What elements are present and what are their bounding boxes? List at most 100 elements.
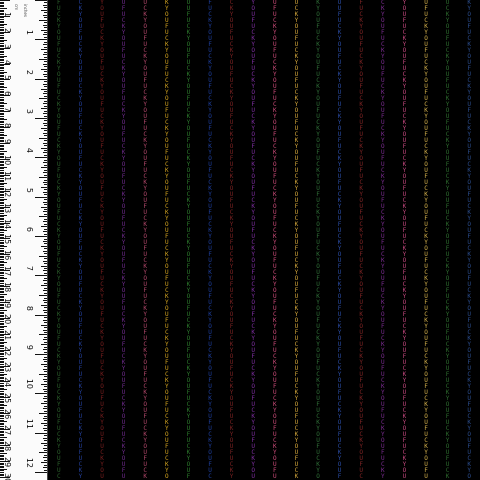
- inch-tick: [44, 194, 47, 196]
- inch-tick: [44, 27, 47, 29]
- inch-tick: [44, 81, 47, 83]
- cm-label: 23: [3, 361, 12, 372]
- cm-label: 21: [3, 329, 12, 340]
- inch-tick: [43, 240, 47, 242]
- text-stripe: YOUFUCKYOUFUCKYOUFUCKYOUFUCKYOUFUCKYOUFU…: [249, 0, 258, 480]
- cm-label: 12: [3, 186, 12, 197]
- inch-tick: [44, 164, 47, 166]
- stripe-char: Y: [380, 473, 385, 480]
- inch-tick: [39, 452, 47, 454]
- inch-tick: [43, 162, 47, 164]
- inch-label: 5: [25, 187, 34, 193]
- inch-tick: [43, 83, 47, 85]
- inch-tick: [44, 31, 47, 33]
- inch-tick: [44, 90, 47, 92]
- inch-tick: [44, 179, 47, 181]
- inch-tick: [43, 427, 47, 429]
- inch-label: 9: [25, 345, 34, 351]
- inch-label: 7: [25, 266, 34, 272]
- inch-tick: [43, 309, 47, 311]
- inch-tick: [44, 169, 47, 171]
- inch-tick: [43, 250, 47, 252]
- inch-tick: [44, 322, 47, 324]
- inch-tick: [43, 122, 47, 124]
- inch-tick: [41, 88, 47, 90]
- text-stripe: OUFUCKYOUFUCKYOUFUCKYOUFUCKYOUFUCKYOUFUC…: [335, 0, 344, 480]
- stripe-char: Y: [229, 473, 234, 480]
- text-stripe: UCKYOUFUCKYOUFUCKYOUFUCKYOUFUCKYOUFUCKYO…: [292, 0, 301, 480]
- text-stripe: CKYOUFUCKYOUFUCKYOUFUCKYOUFUCKYOUFUCKYOU…: [76, 0, 85, 480]
- inch-tick: [44, 440, 47, 442]
- inch-tick: [44, 390, 47, 392]
- inch-tick: [44, 386, 47, 388]
- inch-tick: [35, 472, 47, 474]
- inch-tick: [44, 95, 47, 97]
- inch-tick: [41, 403, 47, 405]
- stripe-char: F: [337, 473, 342, 480]
- cm-label: 19: [3, 297, 12, 309]
- inch-tick: [44, 76, 47, 78]
- inch-tick: [44, 22, 47, 24]
- inch-tick: [44, 268, 47, 270]
- inch-tick: [43, 408, 47, 410]
- striped-text-pattern: FUCKYOUFUCKYOUFUCKYOUFUCKYOUFUCKYOUFUCKY…: [48, 0, 480, 480]
- inch-tick: [44, 209, 47, 211]
- text-stripe: YOUFUCKYOUFUCKYOUFUCKYOUFUCKYOUFUCKYOUFU…: [400, 0, 409, 480]
- inch-tick: [44, 12, 47, 14]
- inch-tick: [43, 4, 47, 6]
- cm-label: 5: [3, 75, 12, 81]
- cm-label: 9: [3, 139, 12, 145]
- inch-label: 4: [25, 148, 34, 154]
- inch-tick: [39, 413, 47, 415]
- inch-tick: [44, 105, 47, 107]
- inch-tick: [44, 7, 47, 9]
- inch-tick: [44, 189, 47, 191]
- text-stripe: KYOUFUCKYOUFUCKYOUFUCKYOUFUCKYOUFUCKYOUF…: [314, 0, 323, 480]
- inch-tick: [44, 405, 47, 407]
- inch-tick: [43, 103, 47, 105]
- cm-label: 24: [3, 377, 12, 388]
- inch-tick: [39, 19, 47, 21]
- text-stripe: CKYOUFUCKYOUFUCKYOUFUCKYOUFUCKYOUFUCKYOU…: [227, 0, 236, 480]
- inch-tick: [43, 260, 47, 262]
- inch-tick: [43, 152, 47, 154]
- stripe-char: O: [316, 473, 320, 480]
- inch-tick: [35, 432, 47, 434]
- inch-tick: [43, 34, 47, 36]
- inch-tick: [43, 437, 47, 439]
- cm-label: 11: [3, 170, 12, 182]
- inch-tick: [44, 223, 47, 225]
- inch-tick: [44, 450, 47, 451]
- inch-tick: [39, 177, 47, 179]
- cm-label: 6: [3, 91, 12, 97]
- inch-tick: [44, 302, 47, 304]
- inch-tick: [43, 181, 47, 183]
- inch-tick: [39, 98, 47, 100]
- inch-tick: [43, 349, 47, 351]
- inch-tick: [44, 351, 47, 353]
- inch-tick: [35, 78, 47, 80]
- cm-label: 4: [3, 59, 12, 65]
- stripe-char: Y: [78, 473, 83, 480]
- inch-tick: [44, 376, 47, 378]
- inch-tick: [41, 363, 47, 365]
- cm-label: 17: [3, 266, 12, 277]
- inch-tick: [44, 395, 47, 397]
- inch-tick: [41, 186, 47, 188]
- stripe-char: U: [100, 473, 104, 480]
- inch-tick: [43, 368, 47, 370]
- cm-label: 3: [3, 43, 12, 49]
- stripe-char: U: [424, 473, 428, 480]
- inch-tick: [44, 41, 47, 43]
- inch-tick: [41, 108, 47, 110]
- inch-tick: [44, 464, 47, 466]
- inch-tick: [41, 147, 47, 149]
- inch-tick: [44, 331, 47, 333]
- measuring-ruler: cm inches 1 2 3 4 5 6 7 8 9 10 11 12 13 14 15 16 17 18 19 2…: [0, 0, 48, 480]
- inch-tick: [43, 329, 47, 331]
- inch-tick: [44, 145, 47, 147]
- inch-tick: [43, 447, 47, 449]
- cm-label: 13: [3, 202, 12, 213]
- inch-tick: [44, 346, 47, 348]
- stripe-char: U: [402, 473, 407, 480]
